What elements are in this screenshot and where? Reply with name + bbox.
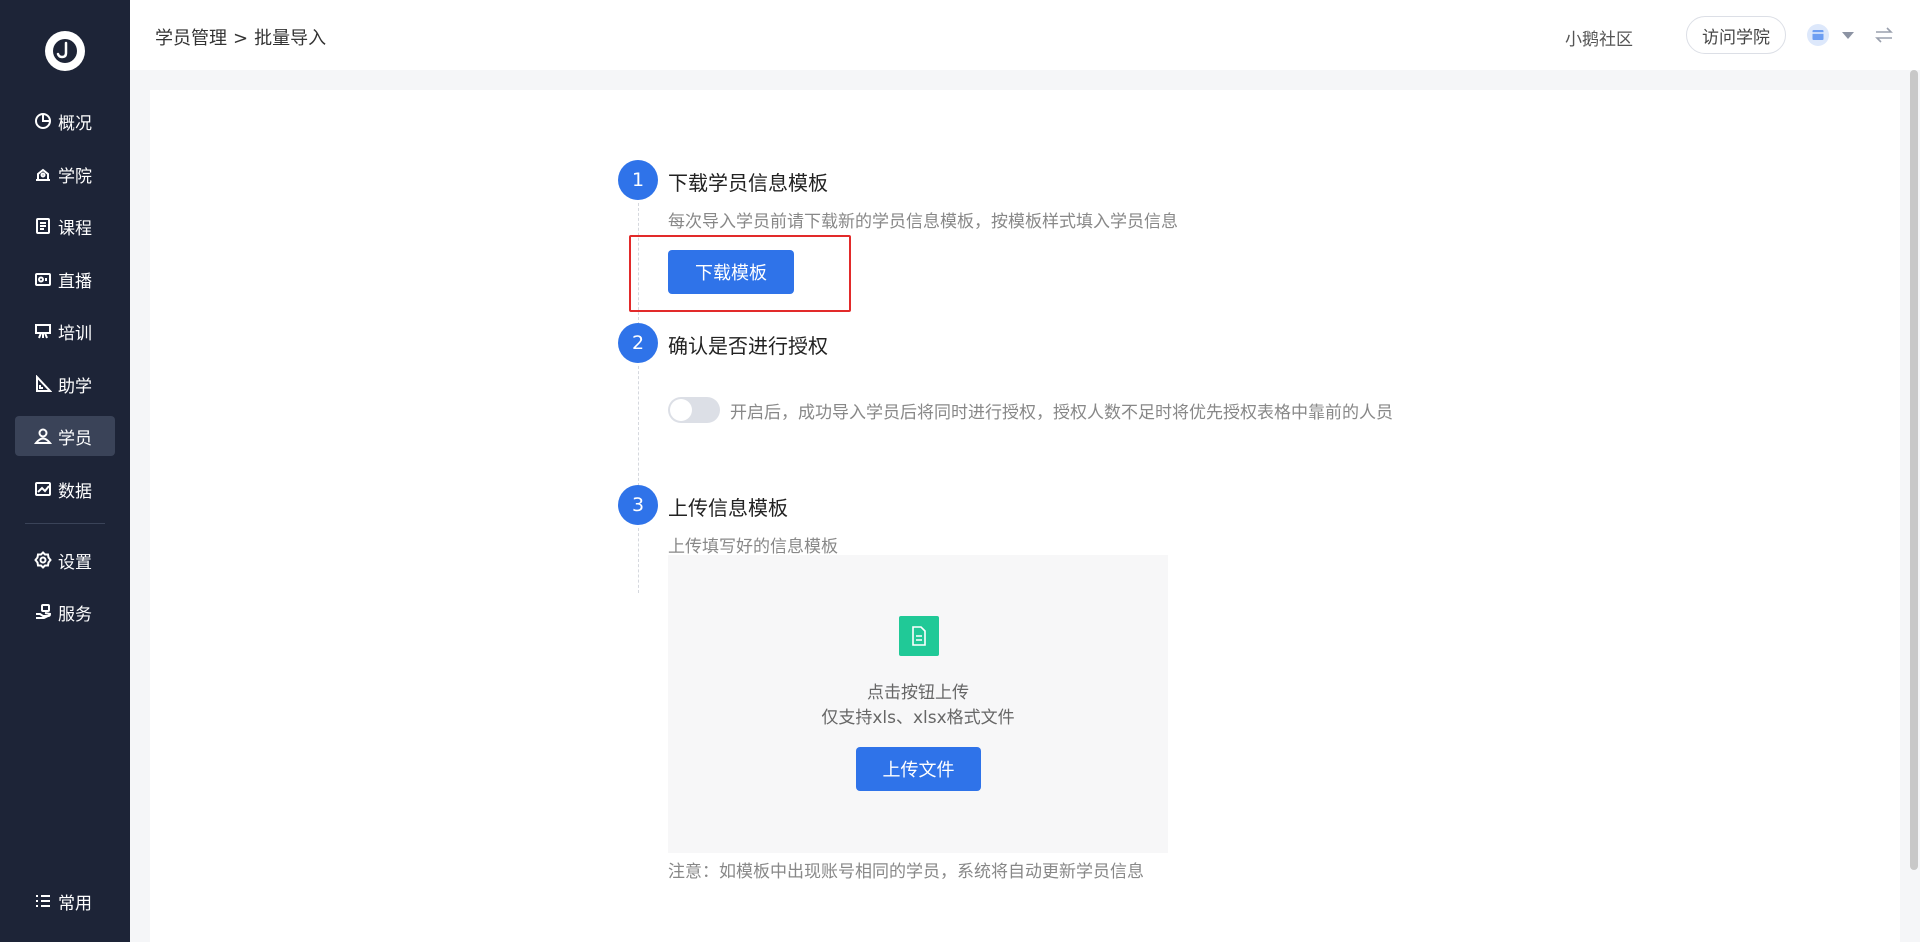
file-icon [899, 616, 939, 656]
sidebar-item-label: 服务 [58, 604, 92, 625]
sidebar-item-label: 学员 [58, 428, 92, 449]
upload-file-button[interactable]: 上传文件 [856, 747, 981, 791]
breadcrumb: 学员管理 > 批量导入 [155, 24, 326, 50]
visit-academy-button[interactable]: 访问学院 [1686, 16, 1786, 54]
sidebar-item-overview[interactable]: 概况 [15, 101, 115, 141]
sidebar-item-service[interactable]: 服务 [15, 592, 115, 632]
sidebar-divider [25, 523, 105, 524]
service-icon [34, 603, 52, 621]
store-icon [1812, 30, 1824, 40]
download-template-button[interactable]: 下载模板 [668, 250, 794, 294]
toggle-knob [670, 399, 692, 421]
pie-chart-icon [34, 112, 52, 130]
student-icon [34, 427, 52, 445]
sidebar-item-training[interactable]: 培训 [15, 311, 115, 351]
data-icon [34, 480, 52, 498]
chevron-down-icon[interactable] [1842, 32, 1854, 39]
step-connector [638, 528, 639, 593]
sidebar-item-label: 常用 [58, 893, 92, 914]
sidebar-item-study-aid[interactable]: 助学 [15, 364, 115, 404]
community-link[interactable]: 小鹅社区 [1565, 25, 1633, 50]
step-2-number: 2 [618, 323, 658, 363]
sidebar-item-data[interactable]: 数据 [15, 469, 115, 509]
sidebar-item-label: 培训 [58, 323, 92, 344]
step-1-number: 1 [618, 160, 658, 200]
sidebar-item-academy[interactable]: 学院 [15, 154, 115, 194]
sidebar-item-favorites[interactable]: 常用 [15, 881, 115, 921]
settings-icon [34, 551, 52, 569]
step-connector [638, 366, 639, 486]
course-icon [34, 217, 52, 235]
sidebar-item-label: 概况 [58, 113, 92, 134]
logo[interactable] [45, 31, 85, 71]
scrollbar[interactable] [1910, 70, 1918, 870]
live-icon [34, 270, 52, 288]
top-header: 学员管理 > 批量导入 小鹅社区 访问学院 [130, 0, 1920, 70]
sidebar-item-live[interactable]: 直播 [15, 259, 115, 299]
breadcrumb-separator: > [233, 28, 249, 49]
sidebar-item-label: 助学 [58, 376, 92, 397]
sidebar-item-label: 学院 [58, 166, 92, 187]
step-3-number: 3 [618, 485, 658, 525]
sidebar-item-students[interactable]: 学员 [15, 416, 115, 456]
sidebar: 概况 学院 课程 直播 培训 助学 学员 数据 设置 服务 常用 [0, 0, 130, 942]
step-1-description: 每次导入学员前请下载新的学员信息模板，按模板样式填入学员信息 [668, 212, 1178, 232]
upload-hint: 点击按钮上传 [867, 683, 969, 703]
sidebar-item-label: 数据 [58, 481, 92, 502]
sidebar-item-settings[interactable]: 设置 [15, 540, 115, 580]
training-icon [34, 322, 52, 340]
authorization-toggle[interactable] [668, 397, 720, 423]
upload-format-hint: 仅支持xls、xlsx格式文件 [821, 708, 1015, 728]
sidebar-item-label: 课程 [58, 218, 92, 239]
switch-icon[interactable] [1873, 24, 1895, 46]
favorites-icon [34, 892, 52, 910]
sidebar-item-course[interactable]: 课程 [15, 206, 115, 246]
toggle-description: 开启后，成功导入学员后将同时进行授权，授权人数不足时将优先授权表格中靠前的人员 [730, 403, 1393, 423]
step-3-title: 上传信息模板 [668, 496, 788, 520]
step-1-title: 下载学员信息模板 [668, 171, 828, 195]
study-aid-icon [34, 375, 52, 393]
step-2-title: 确认是否进行授权 [668, 334, 828, 358]
logo-icon [53, 39, 77, 63]
shop-icon[interactable] [1807, 24, 1829, 46]
import-note: 注意：如模板中出现账号相同的学员，系统将自动更新学员信息 [668, 862, 1144, 882]
sidebar-item-label: 设置 [58, 552, 92, 573]
sidebar-item-label: 直播 [58, 271, 92, 292]
step-3-description: 上传填写好的信息模板 [668, 537, 838, 557]
academy-icon [34, 165, 52, 183]
breadcrumb-current: 批量导入 [254, 28, 327, 49]
breadcrumb-parent[interactable]: 学员管理 [155, 28, 227, 49]
